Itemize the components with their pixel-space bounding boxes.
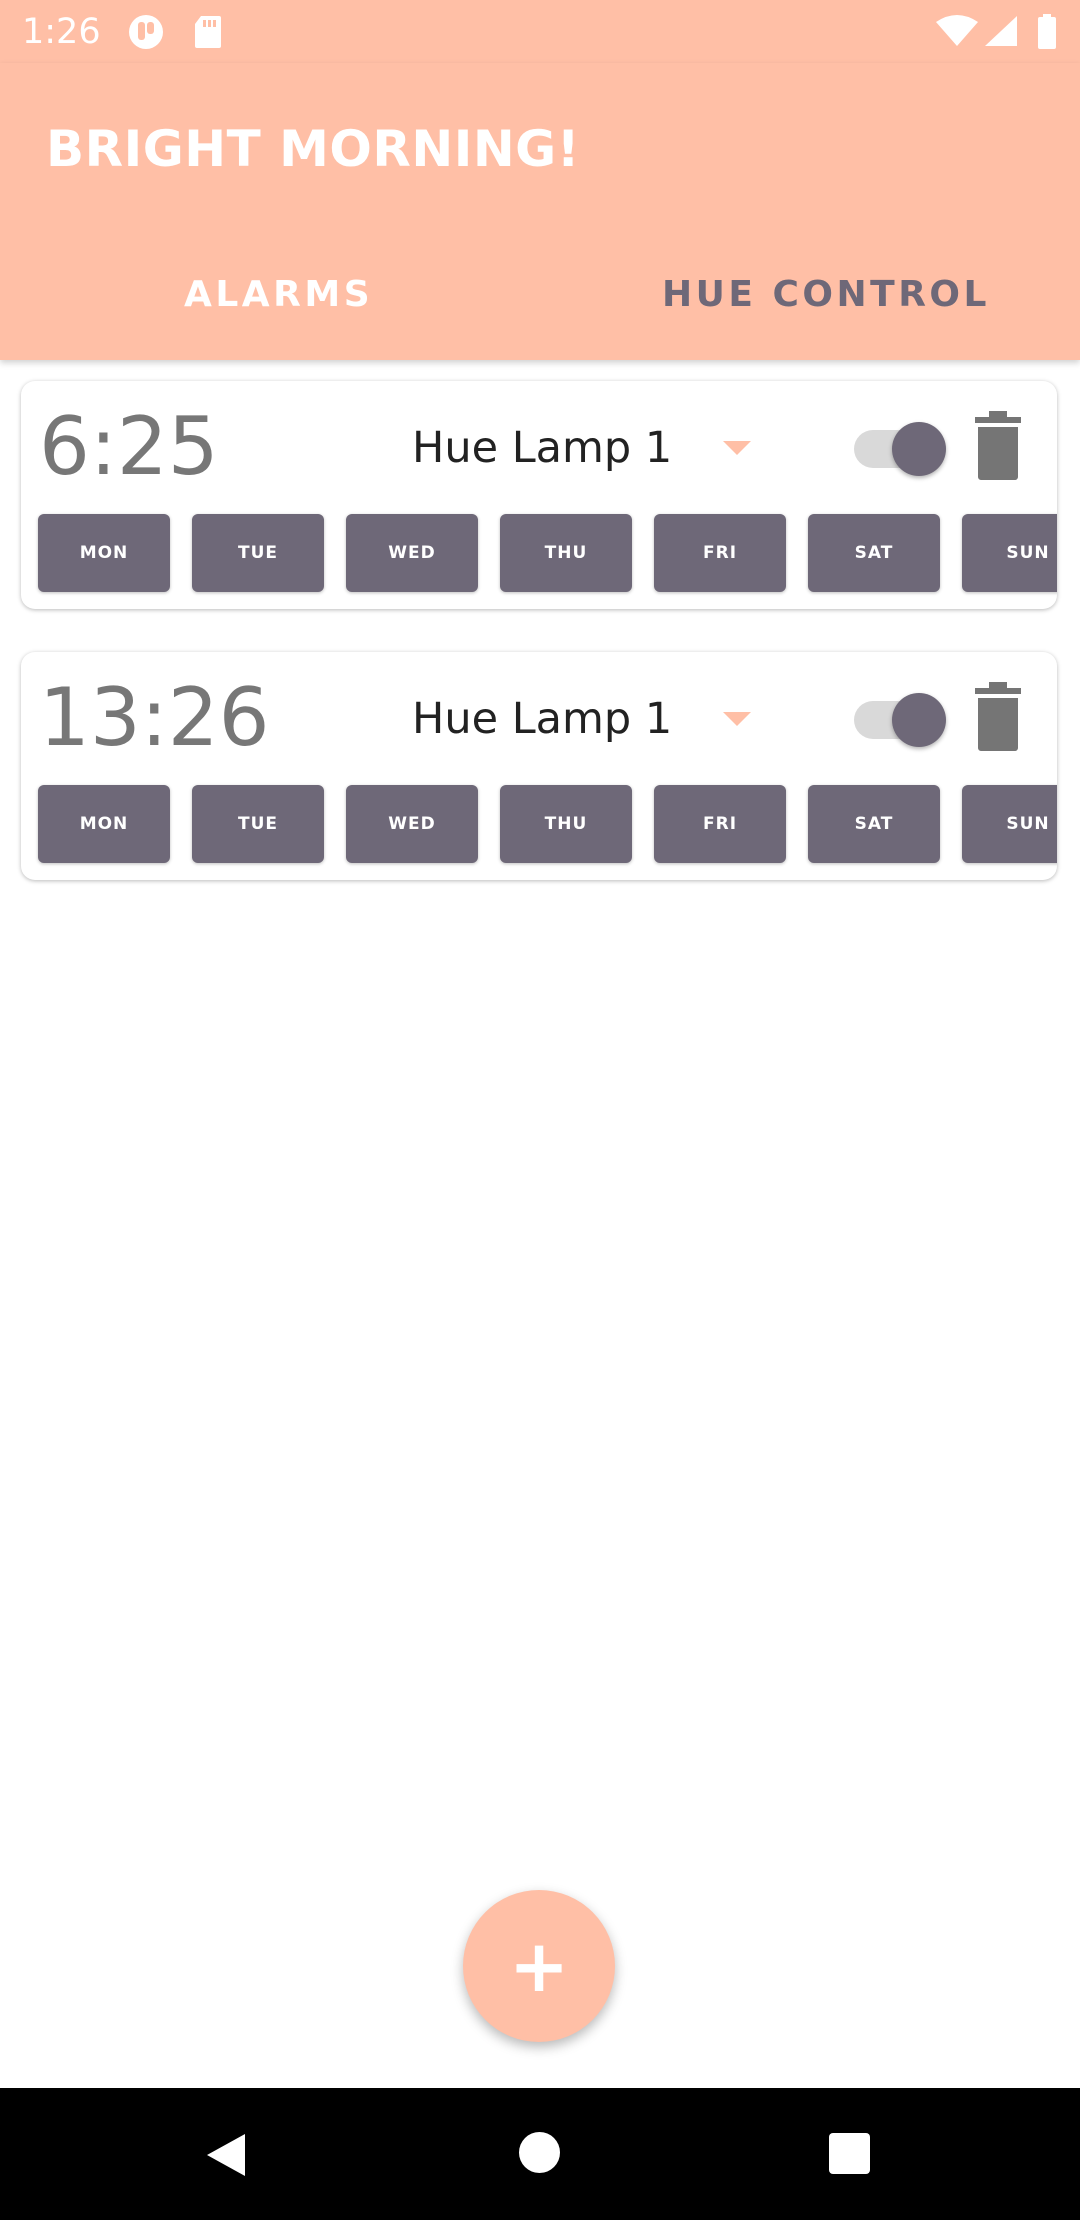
day-button-mon[interactable]: MON [38,514,170,592]
day-button-sat[interactable]: SAT [808,785,940,863]
notification-icon [129,15,163,49]
home-icon[interactable] [519,2132,560,2173]
day-button-row: MON TUE WED THU FRI SAT SUN [38,785,1057,863]
trash-icon[interactable] [971,411,1025,481]
day-button-wed[interactable]: WED [346,785,478,863]
day-button-sun[interactable]: SUN [962,514,1057,592]
wifi-icon [936,15,978,46]
day-button-fri[interactable]: FRI [654,514,786,592]
day-button-tue[interactable]: TUE [192,785,324,863]
lamp-spinner[interactable]: Hue Lamp 1 [412,421,672,475]
day-button-thu[interactable]: THU [500,785,632,863]
tab-alarms[interactable]: ALARMS [184,273,373,317]
tab-hue-control[interactable]: HUE CONTROL [662,273,990,317]
lamp-spinner[interactable]: Hue Lamp 1 [412,692,672,746]
alarm-time[interactable]: 6:25 [39,399,219,495]
alarm-toggle-switch[interactable] [854,691,948,749]
trash-icon[interactable] [971,682,1025,752]
dropdown-arrow-icon[interactable] [723,712,751,726]
day-button-sat[interactable]: SAT [808,514,940,592]
status-bar: 1:26 [0,0,1080,63]
day-button-row: MON TUE WED THU FRI SAT SUN [38,514,1057,592]
day-button-wed[interactable]: WED [346,514,478,592]
alarm-toggle-switch[interactable] [854,420,948,478]
day-button-thu[interactable]: THU [500,514,632,592]
switch-thumb [892,693,946,747]
switch-thumb [892,422,946,476]
battery-icon [1038,14,1056,49]
day-button-fri[interactable]: FRI [654,785,786,863]
sd-card-icon [195,16,221,48]
back-icon[interactable] [205,2132,247,2178]
app-bar: BRIGHT MORNING! ALARMS HUE CONTROL [0,63,1080,360]
navigation-bar [0,2088,1080,2220]
status-time: 1:26 [22,12,101,52]
alarm-card: 13:26 Hue Lamp 1 MON TUE WED THU FRI SAT… [21,652,1057,880]
add-alarm-button[interactable]: + [463,1890,615,2042]
cellular-signal-icon [985,16,1017,46]
alarm-card: 6:25 Hue Lamp 1 MON TUE WED THU FRI SAT … [21,381,1057,609]
alarm-time[interactable]: 13:26 [39,670,270,766]
day-button-tue[interactable]: TUE [192,514,324,592]
day-button-sun[interactable]: SUN [962,785,1057,863]
app-title: BRIGHT MORNING! [46,120,581,178]
dropdown-arrow-icon[interactable] [723,441,751,455]
recent-apps-icon[interactable] [829,2133,870,2174]
day-button-mon[interactable]: MON [38,785,170,863]
